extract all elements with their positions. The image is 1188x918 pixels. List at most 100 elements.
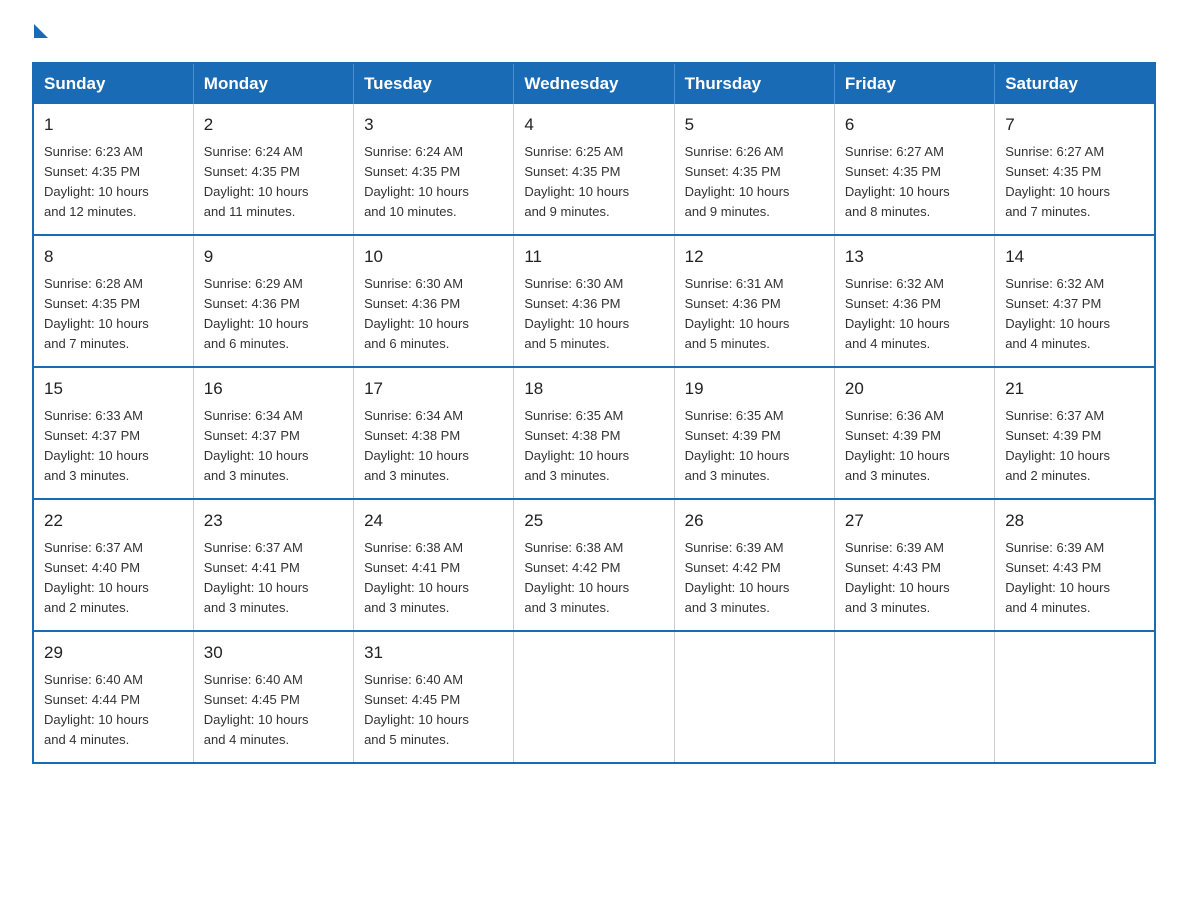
day-number: 18 <box>524 376 663 402</box>
calendar-day-cell: 29 Sunrise: 6:40 AMSunset: 4:44 PMDayligh… <box>33 631 193 763</box>
calendar-day-cell: 5 Sunrise: 6:26 AMSunset: 4:35 PMDaylight… <box>674 104 834 235</box>
calendar-day-cell: 2 Sunrise: 6:24 AMSunset: 4:35 PMDaylight… <box>193 104 353 235</box>
day-info: Sunrise: 6:28 AMSunset: 4:35 PMDaylight:… <box>44 274 183 355</box>
day-number: 21 <box>1005 376 1144 402</box>
day-number: 26 <box>685 508 824 534</box>
day-info: Sunrise: 6:30 AMSunset: 4:36 PMDaylight:… <box>524 274 663 355</box>
calendar-day-cell: 1 Sunrise: 6:23 AMSunset: 4:35 PMDaylight… <box>33 104 193 235</box>
calendar-day-cell <box>674 631 834 763</box>
calendar-table: SundayMondayTuesdayWednesdayThursdayFrid… <box>32 62 1156 764</box>
day-number: 16 <box>204 376 343 402</box>
calendar-day-cell: 31Sunrise: 6:40 AMSunset: 4:45 PMDayligh… <box>354 631 514 763</box>
day-number: 30 <box>204 640 343 666</box>
day-number: 17 <box>364 376 503 402</box>
calendar-week-row: 8Sunrise: 6:28 AMSunset: 4:35 PMDaylight… <box>33 235 1155 367</box>
logo <box>32 24 48 38</box>
weekday-header-saturday: Saturday <box>995 63 1155 104</box>
calendar-day-cell: 3 Sunrise: 6:24 AMSunset: 4:35 PMDaylight… <box>354 104 514 235</box>
day-info: Sunrise: 6:39 AMSunset: 4:42 PMDaylight:… <box>685 538 824 619</box>
day-number: 14 <box>1005 244 1144 270</box>
day-info: Sunrise: 6:32 AMSunset: 4:36 PMDaylight:… <box>845 274 984 355</box>
day-number: 23 <box>204 508 343 534</box>
day-info: Sunrise: 6:24 AMSunset: 4:35 PMDaylight:… <box>204 142 343 223</box>
calendar-day-cell: 15Sunrise: 6:33 AMSunset: 4:37 PMDayligh… <box>33 367 193 499</box>
day-number: 25 <box>524 508 663 534</box>
day-info: Sunrise: 6:31 AMSunset: 4:36 PMDaylight:… <box>685 274 824 355</box>
day-info: Sunrise: 6:27 AMSunset: 4:35 PMDaylight:… <box>1005 142 1144 223</box>
calendar-day-cell <box>995 631 1155 763</box>
day-info: Sunrise: 6:37 AMSunset: 4:39 PMDaylight:… <box>1005 406 1144 487</box>
weekday-header-row: SundayMondayTuesdayWednesdayThursdayFrid… <box>33 63 1155 104</box>
day-number: 3 <box>364 112 503 138</box>
weekday-header-sunday: Sunday <box>33 63 193 104</box>
calendar-day-cell: 27 Sunrise: 6:39 AMSunset: 4:43 PMDayligh… <box>834 499 994 631</box>
day-info: Sunrise: 6:39 AMSunset: 4:43 PMDaylight:… <box>845 538 984 619</box>
day-info: Sunrise: 6:37 AMSunset: 4:41 PMDaylight:… <box>204 538 343 619</box>
calendar-day-cell: 28Sunrise: 6:39 AMSunset: 4:43 PMDayligh… <box>995 499 1155 631</box>
day-info: Sunrise: 6:25 AMSunset: 4:35 PMDaylight:… <box>524 142 663 223</box>
day-info: Sunrise: 6:37 AMSunset: 4:40 PMDaylight:… <box>44 538 183 619</box>
calendar-day-cell: 12 Sunrise: 6:31 AMSunset: 4:36 PMDayligh… <box>674 235 834 367</box>
day-info: Sunrise: 6:34 AMSunset: 4:38 PMDaylight:… <box>364 406 503 487</box>
day-info: Sunrise: 6:23 AMSunset: 4:35 PMDaylight:… <box>44 142 183 223</box>
weekday-header-monday: Monday <box>193 63 353 104</box>
day-info: Sunrise: 6:35 AMSunset: 4:39 PMDaylight:… <box>685 406 824 487</box>
day-number: 24 <box>364 508 503 534</box>
day-number: 29 <box>44 640 183 666</box>
day-number: 6 <box>845 112 984 138</box>
calendar-day-cell: 10Sunrise: 6:30 AMSunset: 4:36 PMDayligh… <box>354 235 514 367</box>
day-info: Sunrise: 6:35 AMSunset: 4:38 PMDaylight:… <box>524 406 663 487</box>
weekday-header-thursday: Thursday <box>674 63 834 104</box>
calendar-day-cell: 21 Sunrise: 6:37 AMSunset: 4:39 PMDayligh… <box>995 367 1155 499</box>
calendar-day-cell: 14 Sunrise: 6:32 AMSunset: 4:37 PMDayligh… <box>995 235 1155 367</box>
calendar-day-cell: 11 Sunrise: 6:30 AMSunset: 4:36 PMDayligh… <box>514 235 674 367</box>
calendar-day-cell: 30 Sunrise: 6:40 AMSunset: 4:45 PMDayligh… <box>193 631 353 763</box>
day-number: 20 <box>845 376 984 402</box>
calendar-week-row: 29 Sunrise: 6:40 AMSunset: 4:44 PMDayligh… <box>33 631 1155 763</box>
calendar-week-row: 15Sunrise: 6:33 AMSunset: 4:37 PMDayligh… <box>33 367 1155 499</box>
calendar-day-cell: 6 Sunrise: 6:27 AMSunset: 4:35 PMDaylight… <box>834 104 994 235</box>
day-info: Sunrise: 6:29 AMSunset: 4:36 PMDaylight:… <box>204 274 343 355</box>
page-header <box>32 24 1156 38</box>
day-number: 22 <box>44 508 183 534</box>
calendar-header: SundayMondayTuesdayWednesdayThursdayFrid… <box>33 63 1155 104</box>
day-info: Sunrise: 6:32 AMSunset: 4:37 PMDaylight:… <box>1005 274 1144 355</box>
calendar-day-cell: 23 Sunrise: 6:37 AMSunset: 4:41 PMDayligh… <box>193 499 353 631</box>
day-info: Sunrise: 6:40 AMSunset: 4:44 PMDaylight:… <box>44 670 183 751</box>
day-info: Sunrise: 6:36 AMSunset: 4:39 PMDaylight:… <box>845 406 984 487</box>
day-info: Sunrise: 6:26 AMSunset: 4:35 PMDaylight:… <box>685 142 824 223</box>
calendar-day-cell: 24 Sunrise: 6:38 AMSunset: 4:41 PMDayligh… <box>354 499 514 631</box>
day-number: 27 <box>845 508 984 534</box>
day-info: Sunrise: 6:34 AMSunset: 4:37 PMDaylight:… <box>204 406 343 487</box>
day-info: Sunrise: 6:24 AMSunset: 4:35 PMDaylight:… <box>364 142 503 223</box>
calendar-day-cell: 13Sunrise: 6:32 AMSunset: 4:36 PMDayligh… <box>834 235 994 367</box>
calendar-day-cell: 18 Sunrise: 6:35 AMSunset: 4:38 PMDayligh… <box>514 367 674 499</box>
calendar-day-cell: 17 Sunrise: 6:34 AMSunset: 4:38 PMDayligh… <box>354 367 514 499</box>
calendar-day-cell: 26 Sunrise: 6:39 AMSunset: 4:42 PMDayligh… <box>674 499 834 631</box>
day-info: Sunrise: 6:40 AMSunset: 4:45 PMDaylight:… <box>364 670 503 751</box>
day-number: 4 <box>524 112 663 138</box>
day-number: 11 <box>524 244 663 270</box>
day-number: 1 <box>44 112 183 138</box>
day-info: Sunrise: 6:38 AMSunset: 4:42 PMDaylight:… <box>524 538 663 619</box>
weekday-header-tuesday: Tuesday <box>354 63 514 104</box>
weekday-header-friday: Friday <box>834 63 994 104</box>
day-number: 7 <box>1005 112 1144 138</box>
day-number: 10 <box>364 244 503 270</box>
day-number: 12 <box>685 244 824 270</box>
calendar-day-cell: 4 Sunrise: 6:25 AMSunset: 4:35 PMDaylight… <box>514 104 674 235</box>
day-info: Sunrise: 6:40 AMSunset: 4:45 PMDaylight:… <box>204 670 343 751</box>
calendar-week-row: 1 Sunrise: 6:23 AMSunset: 4:35 PMDaylight… <box>33 104 1155 235</box>
weekday-header-wednesday: Wednesday <box>514 63 674 104</box>
calendar-week-row: 22 Sunrise: 6:37 AMSunset: 4:40 PMDayligh… <box>33 499 1155 631</box>
calendar-day-cell: 7 Sunrise: 6:27 AMSunset: 4:35 PMDaylight… <box>995 104 1155 235</box>
day-info: Sunrise: 6:38 AMSunset: 4:41 PMDaylight:… <box>364 538 503 619</box>
day-info: Sunrise: 6:39 AMSunset: 4:43 PMDaylight:… <box>1005 538 1144 619</box>
calendar-day-cell <box>834 631 994 763</box>
calendar-day-cell: 19Sunrise: 6:35 AMSunset: 4:39 PMDayligh… <box>674 367 834 499</box>
calendar-day-cell: 20 Sunrise: 6:36 AMSunset: 4:39 PMDayligh… <box>834 367 994 499</box>
day-number: 5 <box>685 112 824 138</box>
calendar-body: 1 Sunrise: 6:23 AMSunset: 4:35 PMDaylight… <box>33 104 1155 763</box>
day-number: 2 <box>204 112 343 138</box>
day-info: Sunrise: 6:27 AMSunset: 4:35 PMDaylight:… <box>845 142 984 223</box>
